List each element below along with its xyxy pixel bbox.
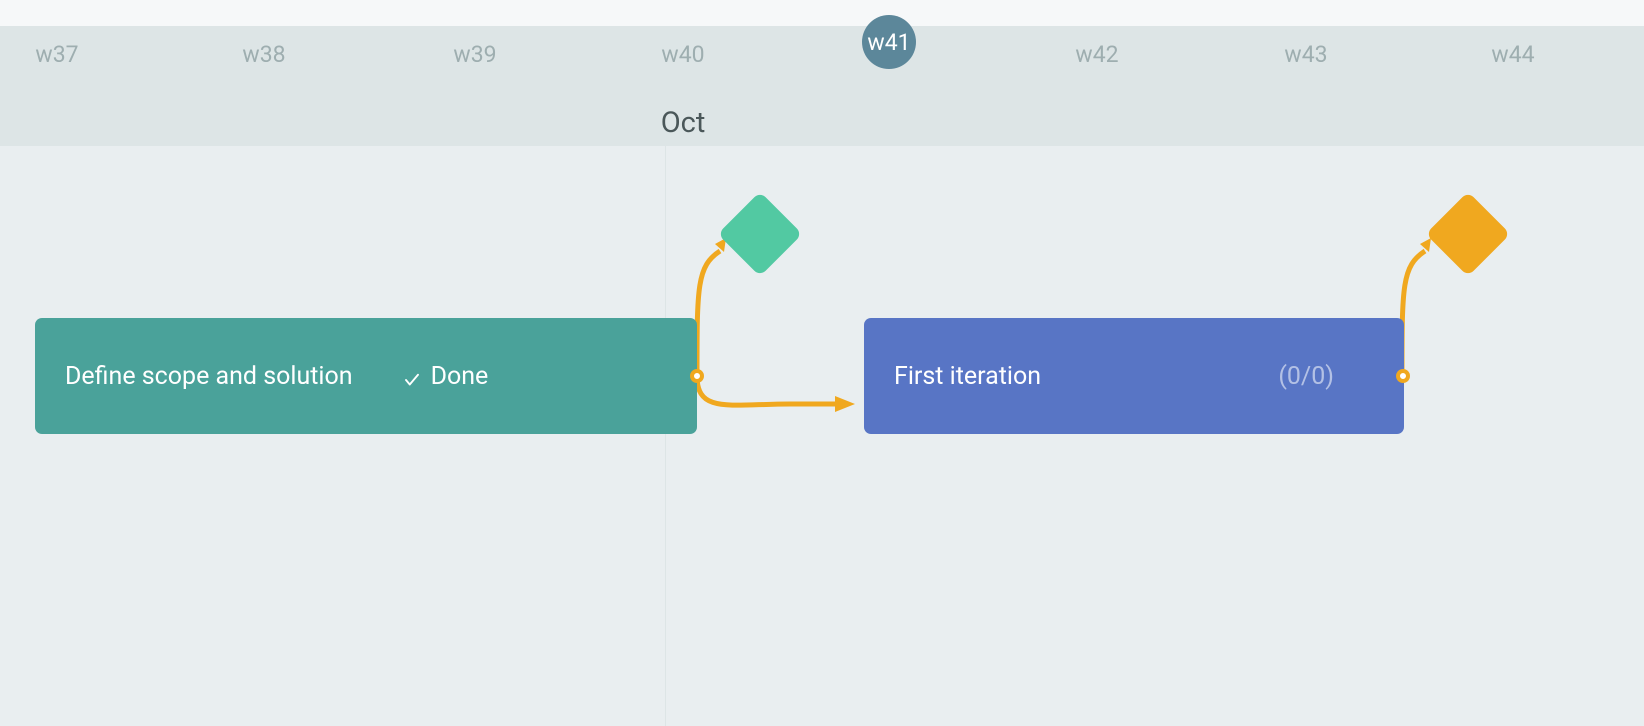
connector-task1-to-task2 <box>697 376 835 405</box>
week-label-row: w37 w38 w39 w40 w41 w42 w43 w44 <box>0 26 1644 54</box>
task-bar-define-scope[interactable]: Define scope and solution Done <box>35 318 697 434</box>
column-boundary <box>665 146 666 726</box>
milestone-orange[interactable] <box>1426 192 1511 277</box>
check-icon <box>403 367 421 385</box>
task-bar-first-iteration[interactable]: First iteration (0/0) <box>864 318 1404 434</box>
task-title: Define scope and solution <box>65 362 353 391</box>
month-label: Oct <box>661 106 706 140</box>
week-label-w43[interactable]: w43 <box>1284 41 1327 68</box>
week-label-w37[interactable]: w37 <box>35 41 78 68</box>
arrowhead-icon <box>1420 238 1431 252</box>
milestone-green[interactable] <box>718 192 803 277</box>
week-label-w38[interactable]: w38 <box>242 41 285 68</box>
connector-dot[interactable] <box>690 369 704 383</box>
task-status-label: Done <box>431 362 489 391</box>
week-label-w40[interactable]: w40 <box>661 41 704 68</box>
task-title: First iteration <box>894 362 1041 391</box>
task-progress: (0/0) <box>1278 362 1374 391</box>
timeline-header: w37 w38 w39 w40 w41 w42 w43 w44 Oct <box>0 26 1644 146</box>
week-label-w41-current[interactable]: w41 <box>862 15 916 69</box>
connector-layer <box>0 146 1644 726</box>
week-label-w44[interactable]: w44 <box>1491 41 1534 68</box>
connector-task2-to-milestone2 <box>1402 251 1425 376</box>
week-label-w39[interactable]: w39 <box>453 41 496 68</box>
top-app-bar <box>0 0 1644 26</box>
task-status: Done <box>403 362 489 391</box>
timeline-canvas[interactable]: Define scope and solution Done First ite… <box>0 146 1644 726</box>
week-label-w42[interactable]: w42 <box>1075 41 1118 68</box>
connector-dot[interactable] <box>1396 369 1410 383</box>
connector-task1-to-milestone1 <box>697 251 720 376</box>
arrowhead-icon <box>835 396 855 412</box>
